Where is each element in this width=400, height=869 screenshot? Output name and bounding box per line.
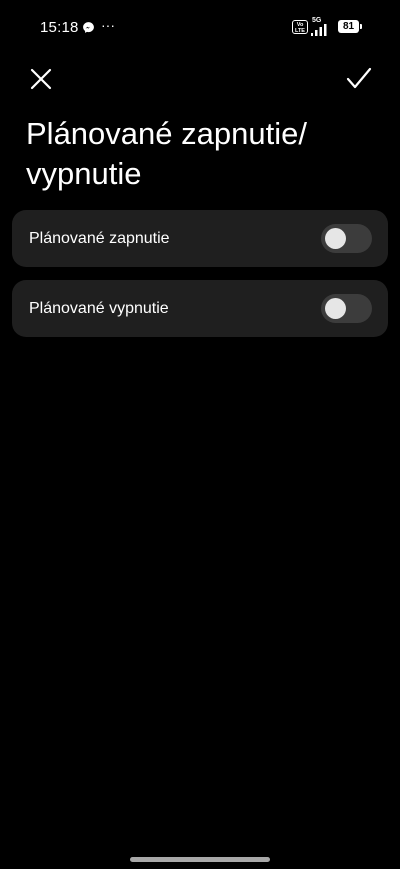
page-title: Plánované zapnutie/ vypnutie	[26, 116, 307, 191]
status-bar: 15:18 ··· Vo LTE 5G 81	[0, 0, 400, 56]
close-icon	[30, 68, 52, 90]
close-button[interactable]	[24, 62, 58, 96]
battery-icon: 81	[338, 20, 359, 33]
scheduled-power-off-row[interactable]: Plánované vypnutie	[12, 280, 388, 337]
network-type-label: 5G	[312, 17, 322, 24]
scheduled-power-off-label: Plánované vypnutie	[29, 300, 169, 317]
confirm-button[interactable]	[341, 62, 377, 96]
scheduled-power-on-toggle[interactable]	[321, 224, 372, 253]
scheduled-power-off-toggle[interactable]	[321, 294, 372, 323]
battery-tip	[360, 24, 362, 29]
check-icon	[346, 67, 372, 89]
toggle-knob	[325, 228, 346, 249]
more-notifications-icon: ···	[101, 17, 115, 33]
scheduled-power-on-label: Plánované zapnutie	[29, 230, 170, 247]
status-time: 15:18	[40, 19, 79, 36]
home-indicator[interactable]	[130, 857, 270, 862]
messenger-icon	[83, 22, 94, 33]
scheduled-power-on-row[interactable]: Plánované zapnutie	[12, 210, 388, 267]
signal-icon	[311, 24, 327, 36]
volte-icon: Vo LTE	[292, 20, 308, 34]
toggle-knob	[325, 298, 346, 319]
